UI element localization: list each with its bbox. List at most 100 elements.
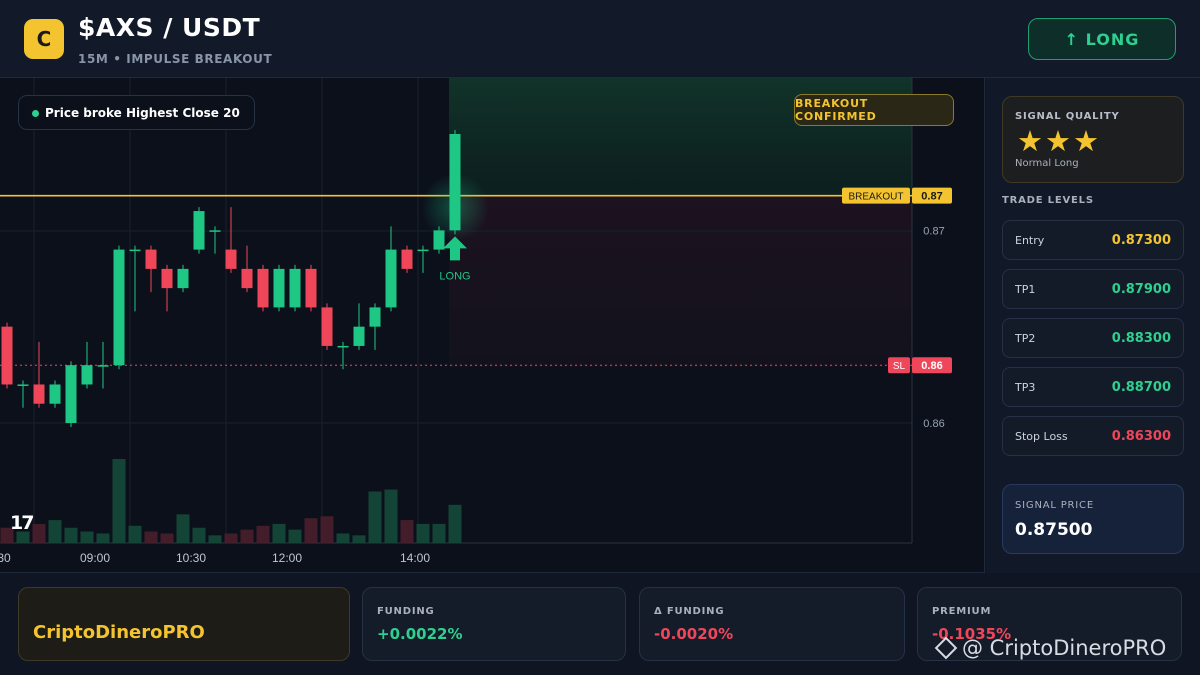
trade-levels-heading: TRADE LEVELS <box>1002 195 1094 206</box>
trade-level-tp3: TP3 0.88700 <box>1002 367 1184 407</box>
volume-bar <box>80 531 94 543</box>
volume-bar <box>320 516 334 543</box>
brand-card: CriptoDineroPRO <box>18 587 350 661</box>
trade-level-value: 0.87300 <box>1111 232 1171 248</box>
candle-body <box>273 268 285 308</box>
watermark: @ CriptoDineroPRO <box>934 636 1167 660</box>
signal-price-card: SIGNAL PRICE 0.87500 <box>1002 484 1184 554</box>
candle-body <box>449 134 461 231</box>
volume-bar <box>224 533 238 543</box>
volume-bar <box>368 491 382 543</box>
volume-bar <box>384 489 398 543</box>
volume-bar <box>416 523 430 543</box>
trade-level-tp2: TP2 0.88300 <box>1002 318 1184 358</box>
trade-level-entry: Entry 0.87300 <box>1002 220 1184 260</box>
candle-body <box>353 326 365 346</box>
signal-sidebar: SIGNAL QUALITY ★★★ Normal Long TRADE LEV… <box>986 78 1200 573</box>
trade-level-value: 0.87900 <box>1111 281 1171 297</box>
chart-area[interactable]: LONG 0.87 0.86 7:30 09:00 10:30 12:00 14:00 0.8… <box>0 78 985 573</box>
time-axis-label: 10:30 <box>176 551 206 565</box>
volume-bar <box>304 518 318 543</box>
star-rating-icon: ★★★ <box>1017 124 1101 158</box>
signal-quality-card: SIGNAL QUALITY ★★★ Normal Long <box>1002 96 1184 183</box>
volume-bar <box>432 523 446 543</box>
info-pill: Price broke Highest Close 20 <box>18 95 255 130</box>
candle-body <box>321 307 333 346</box>
volume-bar <box>352 535 366 543</box>
long-marker-label: LONG <box>439 270 470 282</box>
candle-body <box>129 249 141 252</box>
candle-body <box>209 230 221 232</box>
candle-body <box>1 326 13 385</box>
quality-note: Normal Long <box>1015 158 1079 169</box>
candle-body <box>145 249 157 269</box>
volume-bar <box>144 531 158 543</box>
delta-funding-card: Δ FUNDING -0.0020% <box>639 587 905 661</box>
candle-body <box>113 249 125 366</box>
volume-bar <box>288 529 302 543</box>
trade-level-value: 0.88700 <box>1111 379 1171 395</box>
trade-level-name: Stop Loss <box>1015 429 1068 443</box>
candle-body <box>33 384 45 404</box>
risk-zone <box>449 195 912 368</box>
volume-bar <box>240 529 254 543</box>
candle-body <box>257 268 269 308</box>
brand-name: CriptoDineroPRO <box>33 622 205 643</box>
tradingview-logo-icon: 17 <box>10 512 34 534</box>
volume-bar <box>96 533 110 543</box>
candle-body <box>401 249 413 269</box>
volume-bar <box>176 514 190 543</box>
trade-level-name: Entry <box>1015 233 1045 247</box>
signal-price-label: SIGNAL PRICE <box>1015 500 1094 511</box>
time-axis-label: 09:00 <box>80 551 110 565</box>
delta-funding-value: -0.0020% <box>654 625 734 643</box>
candle-body <box>385 249 397 308</box>
candle-body <box>417 249 429 252</box>
volume-bar <box>128 525 142 543</box>
signal-price-value: 0.87500 <box>1015 520 1093 540</box>
volume-bar <box>64 527 78 543</box>
candle-body <box>225 249 237 269</box>
candle-body <box>161 268 173 289</box>
candle-body <box>81 365 93 385</box>
volume-bar <box>160 533 174 543</box>
candlestick-chart[interactable]: LONG 0.87 0.86 7:30 09:00 10:30 12:00 14:00 0.8… <box>0 78 985 573</box>
breakout-price-text: 0.87 <box>921 191 942 203</box>
trade-level-name: TP2 <box>1015 331 1036 345</box>
binance-diamond-icon <box>934 636 958 660</box>
candle-body <box>193 211 205 250</box>
funding-label: FUNDING <box>377 606 435 617</box>
price-axis-label: 0.87 <box>923 225 944 237</box>
app-logo: C <box>24 19 64 59</box>
trade-level-value: 0.86300 <box>1111 428 1171 444</box>
candle-body <box>177 268 189 289</box>
volume-bar <box>400 520 414 543</box>
candle-body <box>17 384 29 386</box>
price-axis-label: 0.86 <box>923 418 944 430</box>
candle-body <box>305 268 317 308</box>
status-dot-icon <box>32 110 39 117</box>
candle-body <box>289 268 301 308</box>
trade-level-tp1: TP1 0.87900 <box>1002 269 1184 309</box>
info-pill-text: Price broke Highest Close 20 <box>45 105 240 120</box>
volume-bar <box>208 535 222 543</box>
watermark-text: @ CriptoDineroPRO <box>962 636 1167 660</box>
header: C $AXS / USDT 15M • IMPULSE BREAKOUT ↑ L… <box>0 0 1200 78</box>
trade-level-name: TP3 <box>1015 380 1036 394</box>
volume-bar <box>256 525 270 543</box>
time-axis-label: 12:00 <box>272 551 302 565</box>
breakout-tag-text: BREAKOUT <box>848 192 903 203</box>
volume-bar <box>272 523 286 543</box>
candle-body <box>97 365 109 367</box>
volume-bar <box>112 459 126 543</box>
long-button[interactable]: ↑ LONG <box>1028 18 1176 60</box>
delta-funding-label: Δ FUNDING <box>654 606 725 617</box>
funding-card: FUNDING +0.0022% <box>362 587 626 661</box>
volume-bar <box>336 533 350 543</box>
candle-body <box>337 345 349 348</box>
candle-body <box>241 268 253 289</box>
candle-body <box>369 307 381 327</box>
premium-label: PREMIUM <box>932 606 992 617</box>
volume-bar <box>48 520 62 543</box>
trade-level-name: TP1 <box>1015 282 1036 296</box>
